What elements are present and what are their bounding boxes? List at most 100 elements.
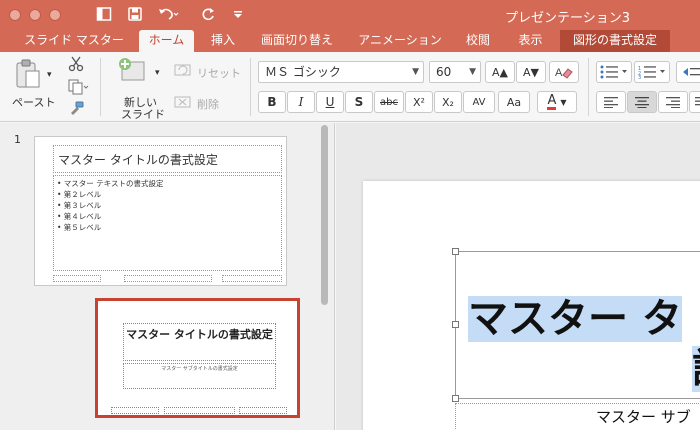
resize-handle-middle-left[interactable] — [452, 321, 459, 328]
shadow-button[interactable]: S — [345, 91, 373, 113]
font-size-combo[interactable]: 60 ▼ — [429, 61, 481, 83]
minimize-window-button[interactable] — [29, 9, 41, 21]
resize-handle-bottom-left[interactable] — [452, 395, 459, 402]
align-center-button[interactable] — [627, 91, 657, 113]
grow-font-button[interactable]: A▲ — [485, 61, 515, 83]
copy-icon[interactable] — [68, 79, 90, 99]
svg-text:3: 3 — [638, 75, 641, 79]
italic-label: I — [298, 95, 304, 109]
paste-dropdown-icon[interactable]: ▾ — [47, 70, 52, 80]
align-left-icon — [604, 97, 618, 108]
align-right-icon — [666, 97, 680, 108]
tab-animations[interactable]: アニメーション — [350, 30, 450, 52]
close-window-button[interactable] — [9, 9, 21, 21]
resize-handle-top-left[interactable] — [452, 248, 459, 255]
justify-button[interactable] — [689, 91, 700, 113]
clear-formatting-button[interactable]: A — [549, 61, 579, 83]
thumbnail-bullet: • 第４レベル — [57, 212, 102, 221]
align-center-icon — [635, 97, 649, 108]
reset-label: リセット — [197, 67, 241, 80]
bold-button[interactable]: B — [258, 91, 286, 113]
bullets-button[interactable] — [596, 61, 632, 83]
tab-home[interactable]: ホーム — [139, 30, 194, 52]
superscript-button[interactable]: X² — [405, 91, 433, 113]
tab-view[interactable]: 表示 — [508, 30, 553, 52]
ribbon-separator — [588, 58, 589, 116]
reset-icon — [174, 62, 192, 81]
title-text-line2[interactable]: 設 — [692, 344, 700, 394]
new-slide-label-line2: スライド — [121, 108, 165, 121]
tab-shape-format[interactable]: 図形の書式設定 — [560, 30, 670, 52]
tab-review[interactable]: 校閲 — [458, 30, 498, 52]
subtitle-text: マスター サブ — [596, 408, 691, 426]
title-bar: プレゼンテーション3 — [0, 0, 700, 30]
font-name-value: ＭＳ ゴシック — [265, 65, 341, 79]
ribbon-home: ▾ ペースト ▾ 新しい スライド リセット 削除 ＭＳ ゴシック ▼ 60 ▼… — [0, 52, 700, 122]
thumbnail-footer-placeholder — [222, 275, 282, 282]
ribbon-separator — [100, 58, 101, 116]
chevron-down-icon: ▼ — [469, 67, 476, 77]
subscript-label: X₂ — [442, 95, 454, 109]
cut-icon[interactable] — [68, 56, 84, 76]
subtitle-placeholder[interactable]: マスター サブ — [455, 403, 700, 430]
title-layout-thumbnail-selected[interactable]: マスター タイトルの書式設定 マスター サブタイトルの書式設定 — [95, 298, 300, 418]
undo-icon[interactable] — [157, 6, 179, 22]
decrease-indent-button[interactable] — [676, 61, 700, 83]
redo-icon[interactable] — [200, 6, 216, 22]
shrink-font-label: A▼ — [523, 65, 539, 79]
tab-insert[interactable]: 挿入 — [203, 30, 243, 52]
grow-font-label: A▲ — [492, 65, 508, 79]
bullet-list-icon — [600, 65, 627, 79]
underline-button[interactable]: U — [316, 91, 344, 113]
numbering-button[interactable]: 123 — [634, 61, 670, 83]
slide-canvas[interactable]: マスター タ 設 マスター サブ — [363, 181, 700, 430]
title-placeholder[interactable]: マスター タ 設 — [455, 251, 700, 399]
thumbnail-scrollbar-thumb[interactable] — [321, 125, 328, 305]
thumbnail-footer-placeholder — [53, 275, 101, 282]
bold-label: B — [267, 95, 277, 109]
format-painter-icon[interactable] — [68, 100, 84, 120]
customize-toolbar-icon[interactable] — [232, 6, 244, 22]
thumbnail-bullet: • 第５レベル — [57, 223, 102, 232]
align-right-button[interactable] — [658, 91, 688, 113]
chevron-down-icon: ▼ — [560, 97, 567, 107]
strikethrough-button[interactable]: abc — [374, 91, 404, 113]
thumbnail-body-placeholder: • マスター テキストの書式設定 • 第２レベル • 第３レベル • 第４レベル… — [53, 175, 282, 271]
title-text-selection: 設 — [692, 346, 700, 392]
thumbnail-subtitle-placeholder: マスター サブタイトルの書式設定 — [123, 363, 276, 389]
ribbon-tabs: スライド マスター ホーム 挿入 画面切り替え アニメーション 校閲 表示 図形… — [0, 30, 700, 52]
align-left-button[interactable] — [596, 91, 626, 113]
new-slide-icon[interactable] — [118, 57, 146, 87]
zoom-window-button[interactable] — [49, 9, 61, 21]
delete-label: 削除 — [197, 98, 219, 111]
save-icon[interactable] — [127, 6, 143, 22]
delete-slide-icon — [174, 94, 192, 113]
thumbnail-footer-placeholder — [239, 407, 287, 414]
strikethrough-label: abc — [380, 96, 398, 108]
slide-number: 1 — [14, 133, 21, 146]
tab-transitions[interactable]: 画面切り替え — [252, 30, 342, 52]
italic-button[interactable]: I — [287, 91, 315, 113]
paste-icon[interactable] — [14, 58, 42, 94]
character-spacing-button[interactable]: AV — [463, 91, 495, 113]
font-color-button[interactable]: A ▼ — [537, 91, 577, 113]
thumbnail-title-placeholder: マスター タイトルの書式設定 — [53, 145, 282, 173]
shrink-font-button[interactable]: A▼ — [516, 61, 546, 83]
thumbnail-bullet: • 第２レベル — [57, 190, 102, 199]
thumbnail-bullet: • マスター テキストの書式設定 — [57, 179, 164, 188]
justify-icon — [695, 97, 700, 106]
superscript-label: X² — [413, 95, 425, 109]
title-text-line1[interactable]: マスター タ — [468, 294, 682, 344]
title-text-selection: マスター タ — [468, 296, 682, 342]
sidebar-toggle-icon[interactable] — [96, 6, 112, 22]
slide-thumbnail-pane[interactable]: 1 マスター タイトルの書式設定 • マスター テキストの書式設定 • 第２レベ… — [0, 123, 335, 430]
master-slide-thumbnail[interactable]: マスター タイトルの書式設定 • マスター テキストの書式設定 • 第２レベル … — [34, 136, 287, 286]
document-title: プレゼンテーション3 — [504, 11, 630, 26]
tab-slide-master[interactable]: スライド マスター — [14, 30, 134, 52]
font-name-combo[interactable]: ＭＳ ゴシック ▼ — [258, 61, 424, 83]
change-case-button[interactable]: Aa — [498, 91, 530, 113]
subscript-button[interactable]: X₂ — [434, 91, 462, 113]
new-slide-dropdown-icon[interactable]: ▾ — [155, 68, 160, 78]
change-case-label: Aa — [506, 95, 522, 109]
slide-editor[interactable]: マスター タ 設 マスター サブ — [336, 123, 700, 430]
